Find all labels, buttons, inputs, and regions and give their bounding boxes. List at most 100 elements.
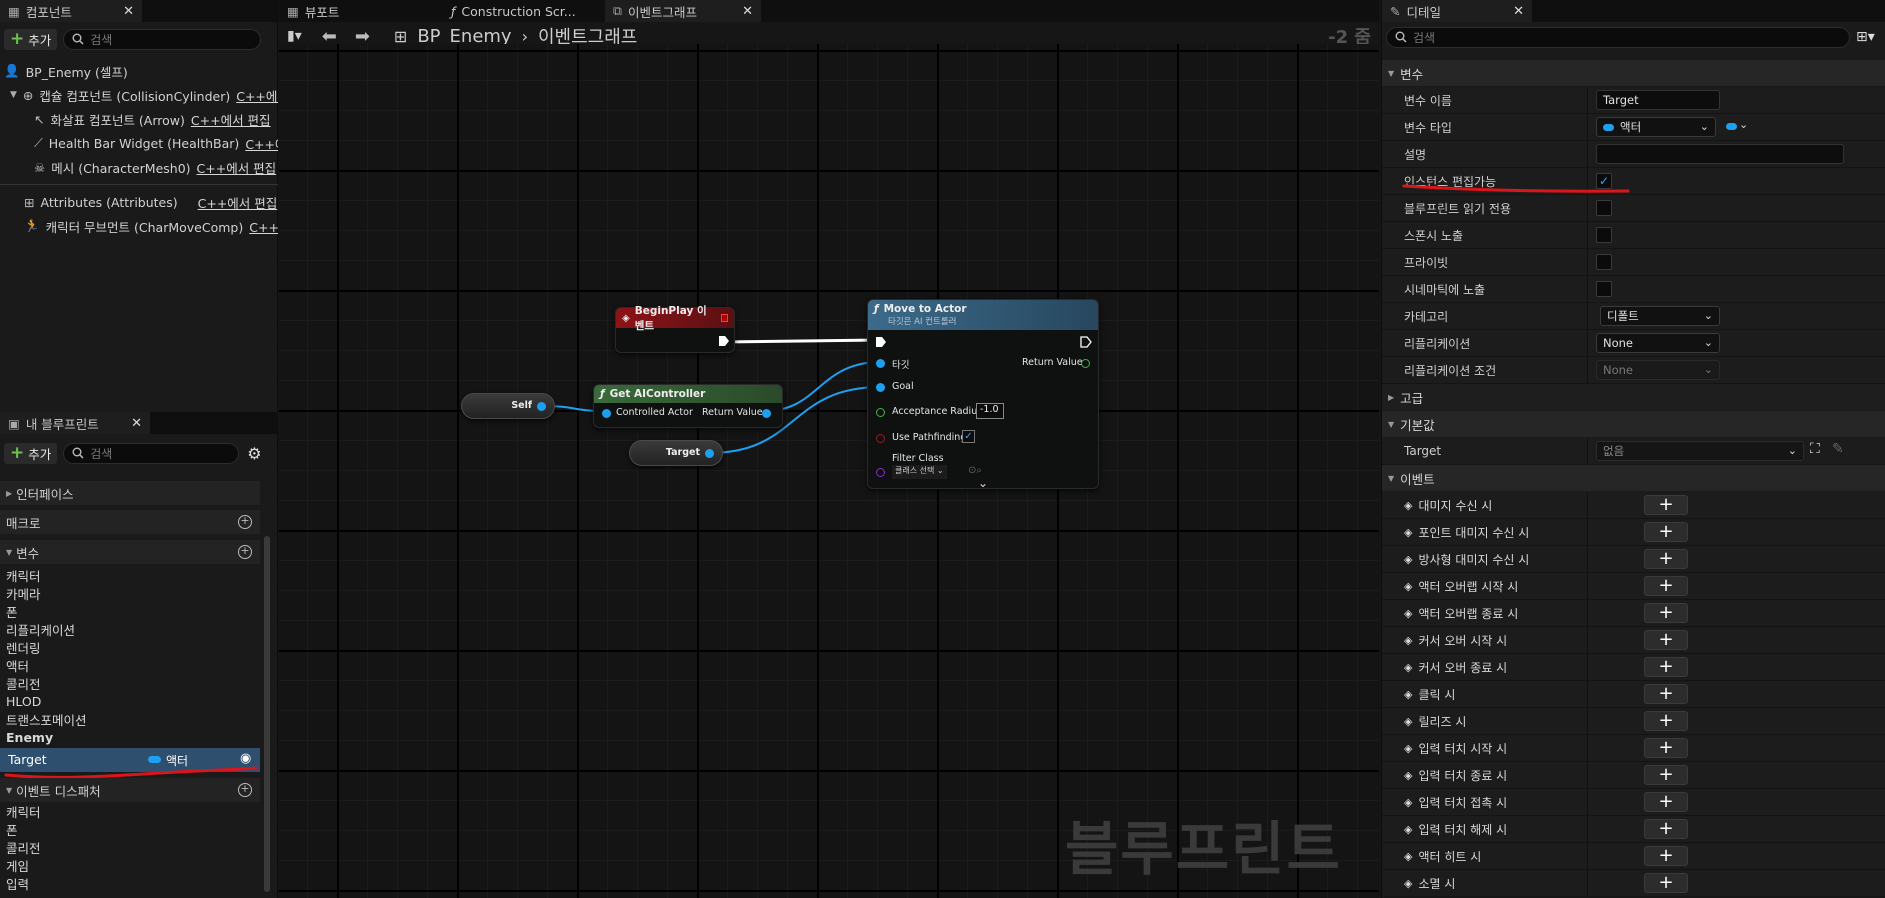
exec-in-pin[interactable]	[875, 336, 887, 348]
section-event-dispatcher[interactable]: ▼ 이벤트 디스패처 +	[0, 778, 260, 802]
use-pathfinding-pin[interactable]	[876, 434, 885, 443]
return-value-pin[interactable]	[762, 409, 771, 418]
tab-my-blueprint[interactable]: ▣ 내 블루프린트 ✕	[0, 412, 150, 434]
private-checkbox[interactable]	[1596, 254, 1612, 270]
tree-item-attributes[interactable]: ⊞ Attributes (Attributes) C++에서 편집	[24, 191, 278, 213]
cpp-edit-link[interactable]: C++에서 편집	[198, 193, 278, 212]
get-ai-controller-node[interactable]: ƒ Get AIController Controlled Actor Retu…	[593, 384, 783, 428]
variable-category[interactable]: 콜리전	[6, 674, 41, 692]
section-default-value[interactable]: ▼ 기본값	[1382, 411, 1885, 437]
add-component-button[interactable]: + 추가	[4, 28, 58, 50]
pick-actor-icon[interactable]: ⛶	[1810, 441, 1820, 457]
cpp-edit-link[interactable]: C++에...	[245, 134, 278, 153]
controlled-actor-pin[interactable]	[602, 409, 611, 418]
tab-event-graph[interactable]: ⧉ 이벤트그래프 ✕	[605, 0, 761, 22]
section-advanced[interactable]: ▶ 고급	[1382, 384, 1885, 410]
tab-components[interactable]: ▦ 컴포넌트 ✕	[0, 0, 142, 22]
section-macro[interactable]: 매크로 +	[0, 510, 260, 534]
add-member-button[interactable]: + 추가	[4, 442, 58, 464]
section-variables[interactable]: ▼ 변수 +	[0, 540, 260, 564]
cpp-edit-link[interactable]: C++에	[249, 217, 278, 236]
tree-item-mesh[interactable]: ☠ 메시 (CharacterMesh0) C++에서 편집	[34, 156, 278, 178]
add-event-button[interactable]: +	[1644, 522, 1688, 542]
close-icon[interactable]: ✕	[1513, 4, 1524, 19]
dispatcher-category[interactable]: 폰	[6, 820, 18, 838]
add-event-button[interactable]: +	[1644, 792, 1688, 812]
tree-item-capsule[interactable]: ▼ ⊕ 캡슐 컴포넌트 (CollisionCylinder) C++에...	[10, 84, 278, 106]
container-type-icon[interactable]	[1726, 123, 1737, 130]
var-name-input[interactable]: Target	[1596, 90, 1720, 110]
section-events[interactable]: ▼ 이벤트	[1382, 465, 1885, 491]
goal-pin[interactable]	[876, 383, 885, 392]
self-out-pin[interactable]	[537, 402, 546, 411]
gear-icon[interactable]: ⚙	[247, 444, 261, 463]
return-value-pin[interactable]	[1081, 359, 1090, 368]
add-event-button[interactable]: +	[1644, 738, 1688, 758]
variable-category[interactable]: Enemy	[6, 728, 53, 746]
add-event-button[interactable]: +	[1644, 684, 1688, 704]
variable-category[interactable]: 폰	[6, 602, 18, 620]
add-dispatcher-icon[interactable]: +	[238, 783, 252, 797]
scrollbar[interactable]	[264, 536, 270, 892]
description-input[interactable]	[1596, 144, 1844, 164]
dispatcher-category[interactable]: 입력	[6, 874, 29, 892]
dispatcher-category[interactable]: 캐릭터	[6, 802, 41, 820]
acceptance-radius-input[interactable]: -1.0	[976, 403, 1004, 419]
tab-construction-script[interactable]: ƒ Construction Scr...	[443, 0, 605, 22]
tab-details[interactable]: ✎ 디테일 ✕	[1382, 0, 1532, 22]
tree-item-self[interactable]: 👤 BP_Enemy (셀프)	[4, 60, 128, 82]
begin-play-node[interactable]: ◈ BeginPlay 이벤트	[615, 305, 735, 353]
self-node[interactable]: Self	[461, 393, 555, 419]
event-graph-canvas[interactable]: ◈ BeginPlay 이벤트 ƒ Move to Actor 타깃은 AI 컨트…	[279, 44, 1379, 898]
tree-item-charmove[interactable]: 🏃 캐릭터 무브먼트 (CharMoveComp) C++에	[24, 215, 278, 237]
close-icon[interactable]: ✕	[742, 4, 753, 19]
category-combobox[interactable]: 디폴트 ⌄	[1600, 306, 1720, 326]
filter-class-pin[interactable]	[876, 468, 885, 477]
add-event-button[interactable]: +	[1644, 846, 1688, 866]
use-pathfinding-checkbox[interactable]: ✓	[962, 430, 975, 443]
bp-readonly-checkbox[interactable]	[1596, 200, 1612, 216]
cpp-edit-link[interactable]: C++에서 편집	[197, 158, 277, 177]
dispatcher-category[interactable]: 콜리전	[6, 838, 41, 856]
class-select-dropdown[interactable]: 클래스 선택 ⌄	[892, 465, 947, 479]
target-getter-node[interactable]: Target	[629, 440, 723, 466]
dispatcher-category[interactable]: 게임	[6, 856, 29, 874]
acceptance-radius-pin[interactable]	[876, 408, 885, 417]
add-variable-icon[interactable]: +	[238, 545, 252, 559]
variable-category[interactable]: 렌더링	[6, 638, 41, 656]
add-event-button[interactable]: +	[1644, 549, 1688, 569]
cpp-edit-link[interactable]: C++에...	[236, 86, 278, 105]
add-event-button[interactable]: +	[1644, 711, 1688, 731]
target-out-pin[interactable]	[705, 449, 714, 458]
variable-category[interactable]: 카메라	[6, 584, 41, 602]
my-blueprint-search-input[interactable]: 검색	[63, 442, 240, 464]
expose-cinematic-checkbox[interactable]	[1596, 281, 1612, 297]
browse-icon[interactable]: ⊙⌕	[968, 465, 982, 476]
variable-category[interactable]: 액터	[6, 656, 29, 674]
move-to-actor-node[interactable]: ƒ Move to Actor 타깃은 AI 컨트롤러 타깃 Return Val…	[867, 299, 1099, 490]
close-icon[interactable]: ✕	[123, 4, 134, 19]
add-macro-icon[interactable]: +	[238, 515, 252, 529]
components-search-input[interactable]: 검색	[63, 28, 262, 50]
section-variable[interactable]: ▼ 변수	[1382, 60, 1885, 86]
add-event-button[interactable]: +	[1644, 495, 1688, 515]
section-interface[interactable]: ▶ 인터페이스	[0, 481, 260, 505]
tab-viewport[interactable]: ▦ 뷰포트	[279, 0, 443, 22]
table-view-icon[interactable]: ⊞▾	[1856, 29, 1875, 45]
target-pin[interactable]	[876, 359, 885, 368]
exec-out-pin[interactable]	[1080, 336, 1092, 348]
tree-item-arrow[interactable]: ↖ 화살표 컴포넌트 (Arrow) C++에서 편집	[34, 108, 278, 130]
add-event-button[interactable]: +	[1644, 873, 1688, 893]
eyedropper-icon[interactable]: ✎	[1832, 441, 1844, 457]
expose-spawn-checkbox[interactable]	[1596, 227, 1612, 243]
add-event-button[interactable]: +	[1644, 657, 1688, 677]
variable-category[interactable]: 트랜스포메이션	[6, 710, 87, 728]
bookmark-icon[interactable]: ▮▾	[287, 28, 302, 44]
cpp-edit-link[interactable]: C++에서 편집	[191, 110, 271, 129]
chevron-down-icon[interactable]: ⌄	[1739, 118, 1748, 131]
tree-item-healthbar[interactable]: ⟋ Health Bar Widget (HealthBar) C++에...	[34, 132, 278, 154]
default-target-dropdown[interactable]: 없음 ⌄	[1596, 441, 1804, 461]
add-event-button[interactable]: +	[1644, 765, 1688, 785]
delegate-pin-icon[interactable]	[720, 314, 728, 322]
var-type-dropdown[interactable]: 액터 ⌄	[1596, 117, 1716, 137]
